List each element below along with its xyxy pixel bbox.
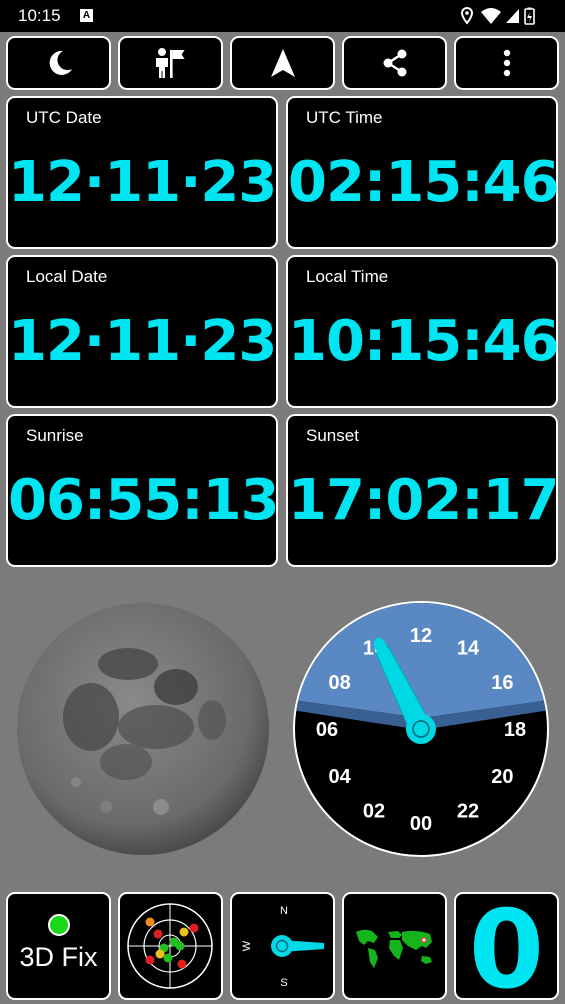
moon-phase-image[interactable] [16, 602, 270, 856]
world-map-button[interactable] [342, 892, 447, 1000]
hour-label-20: 20 [491, 766, 513, 788]
sunrise-label: Sunrise [26, 426, 84, 445]
utc-date-value: 12·11·23 [8, 150, 277, 215]
hour-label-12: 12 [410, 625, 432, 647]
day-sky-region [295, 603, 547, 718]
local-time-value: 10:15:46 [288, 309, 560, 374]
compass-west-label: W [241, 940, 253, 951]
waypoint-button[interactable] [118, 36, 223, 90]
navigation-arrow-icon [270, 49, 295, 77]
utc-date-card[interactable]: UTC Date 12·11·23 [6, 96, 278, 249]
sunset-label: Sunset [306, 426, 359, 445]
utc-time-label: UTC Time [306, 108, 383, 127]
sunset-card[interactable]: Sunset 17:02:17 [286, 414, 560, 567]
satellite-radar-button[interactable] [118, 892, 223, 1000]
navigation-button[interactable] [230, 36, 335, 90]
hour-label-22: 22 [457, 800, 479, 822]
signal-icon [506, 9, 519, 23]
more-vert-icon [503, 49, 510, 77]
moon-icon [49, 50, 72, 75]
satellite-radar-icon [127, 903, 213, 989]
hour-label-06: 06 [316, 719, 338, 741]
more-options-button[interactable] [454, 36, 559, 90]
share-button[interactable] [342, 36, 447, 90]
local-date-value: 12·11·23 [8, 309, 277, 374]
share-icon [383, 49, 406, 77]
local-date-card[interactable]: Local Date 12·11·23 [6, 255, 278, 408]
utc-time-value: 02:15:46 [288, 150, 560, 215]
compass-button[interactable]: N S W [230, 892, 335, 1000]
status-icons [460, 6, 535, 25]
local-time-label: Local Time [306, 267, 389, 286]
day-night-clock[interactable]: 000204060810121416182022 [292, 600, 550, 858]
fix-status-label: 3D Fix [19, 942, 98, 972]
sunrise-value: 06:55:13 [8, 468, 280, 533]
sunset-value: 17:02:17 [288, 468, 560, 533]
hour-label-00: 00 [410, 813, 432, 835]
local-date-label: Local Date [26, 267, 108, 286]
wifi-icon [481, 8, 501, 24]
hour-label-02: 02 [363, 800, 385, 822]
utc-date-label: UTC Date [26, 108, 102, 127]
hour-label-08: 08 [328, 672, 350, 694]
utc-time-card[interactable]: UTC Time 02:15:46 [286, 96, 560, 249]
hour-label-04: 04 [328, 766, 351, 788]
status-bar: 10:15 A [0, 0, 565, 32]
satellite-count-value: 0 [468, 892, 545, 1000]
battery-icon [524, 7, 535, 25]
compass-north-label: N [280, 905, 288, 917]
hour-label-18: 18 [504, 719, 526, 741]
status-time: 10:15 [18, 6, 61, 25]
fix-status-dot [48, 914, 70, 936]
location-icon [460, 6, 474, 25]
hour-label-14: 14 [457, 638, 480, 660]
gps-fix-button[interactable]: 3D Fix [6, 892, 111, 1000]
app-notification-icon: A [80, 9, 93, 22]
satellite-count-button[interactable]: 0 [454, 892, 559, 1000]
person-flag-icon [155, 48, 185, 78]
moon-button[interactable] [6, 36, 111, 90]
sunrise-card[interactable]: Sunrise 06:55:13 [6, 414, 280, 567]
local-time-card[interactable]: Local Time 10:15:46 [286, 255, 560, 408]
world-map-icon [352, 928, 438, 968]
compass-icon: N S W [241, 905, 324, 989]
compass-south-label: S [280, 977, 287, 989]
hour-label-16: 16 [491, 672, 513, 694]
